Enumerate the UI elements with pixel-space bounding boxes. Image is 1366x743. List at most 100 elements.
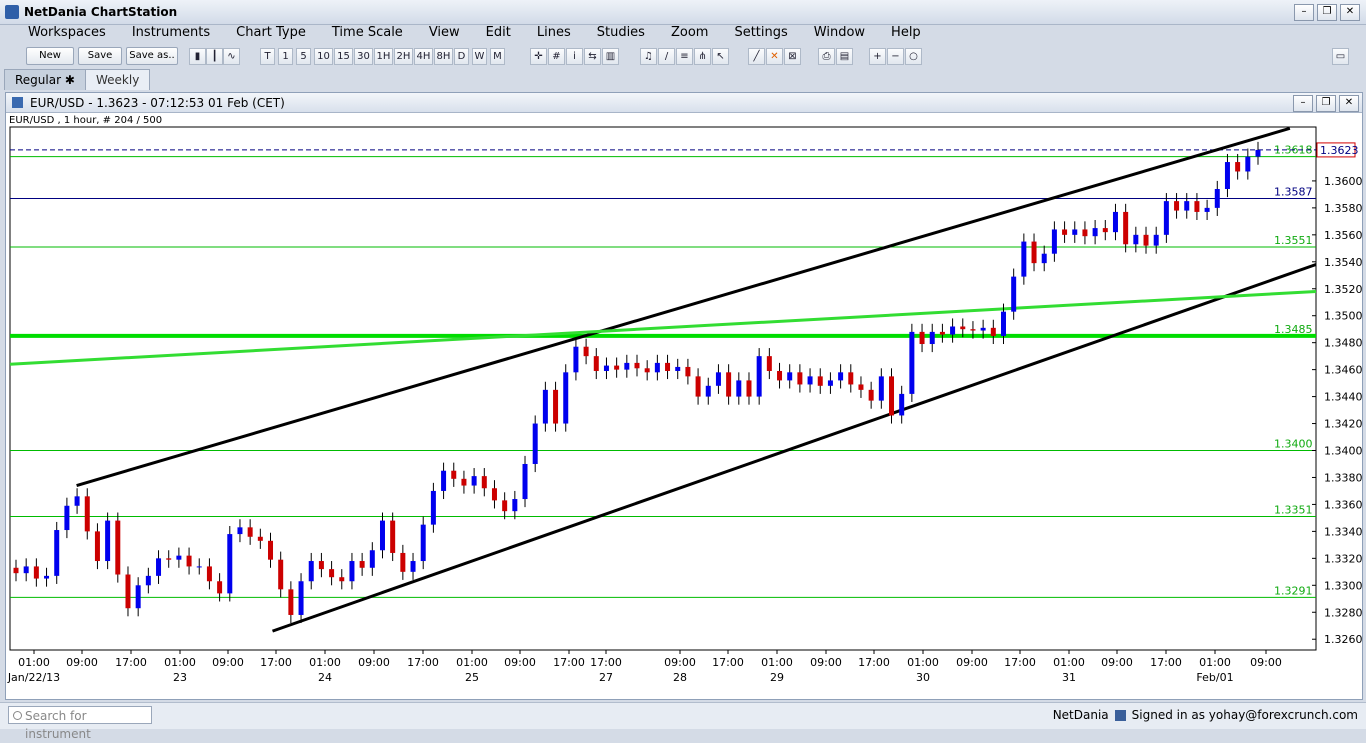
candle-body [573, 346, 579, 373]
candle-body [1255, 149, 1261, 157]
tab-regular[interactable]: Regular ✱ [4, 69, 86, 90]
candle-body [1123, 211, 1129, 245]
timeframe-15-button[interactable]: 15 [334, 48, 353, 65]
candle-body [1224, 162, 1230, 190]
timeframe-2h-button[interactable]: 2H [394, 48, 413, 65]
candle-body [889, 376, 895, 416]
search-input[interactable]: Search for instrument [8, 706, 152, 741]
menu-zoom[interactable]: Zoom [658, 24, 721, 44]
arrows-icon[interactable]: ⇆ [584, 48, 601, 65]
draw-line-icon[interactable]: ╱ [748, 48, 765, 65]
candle-body [288, 589, 294, 615]
x-tick-time: 17:00 [858, 656, 890, 669]
timeframe-t-button[interactable]: T [260, 48, 275, 65]
print-preview-icon[interactable]: ▤ [836, 48, 853, 65]
minimize-icon[interactable]: – [1294, 4, 1314, 21]
account-icon [1114, 709, 1126, 721]
x-tick-time: 01:00 [18, 656, 50, 669]
save-as-button[interactable]: Save as.. [126, 47, 178, 65]
candle-body [787, 372, 793, 381]
candle-body [186, 555, 192, 567]
candle-body [481, 476, 487, 489]
new-button[interactable]: New [26, 47, 74, 65]
candle-body [308, 561, 314, 582]
tab-weekly[interactable]: Weekly [85, 69, 151, 90]
chart-restore-icon[interactable]: ❐ [1316, 95, 1336, 112]
candle-body [379, 520, 385, 551]
timeframe-1-button[interactable]: 1 [278, 48, 293, 65]
candle-body [23, 566, 29, 574]
menu-studies[interactable]: Studies [584, 24, 658, 44]
candle-body [1041, 253, 1047, 264]
grid-icon[interactable]: # [548, 48, 565, 65]
zoom-reset-icon[interactable]: ○ [905, 48, 922, 65]
print-icon[interactable]: ⎙ [818, 48, 835, 65]
timeframe-30-button[interactable]: 30 [354, 48, 373, 65]
candle-body [491, 488, 497, 501]
menu-chart-type[interactable]: Chart Type [223, 24, 319, 44]
candle-body [156, 558, 162, 576]
candle-body [1184, 201, 1190, 211]
trendline-green-trend [9, 289, 1317, 366]
timeframe-10-button[interactable]: 10 [314, 48, 333, 65]
fibonacci-icon[interactable]: ≡ [676, 48, 693, 65]
x-tick-date: 29 [770, 671, 784, 684]
candle-body [970, 329, 976, 331]
zoom-out-icon[interactable]: − [887, 48, 904, 65]
line-chart-icon[interactable]: ∿ [223, 48, 240, 65]
restore-icon[interactable]: ❐ [1317, 4, 1337, 21]
menu-settings[interactable]: Settings [721, 24, 800, 44]
candle-body [247, 527, 253, 537]
chart-window-title: EUR/USD - 1.3623 - 07:12:53 01 Feb (CET) [30, 96, 285, 110]
volume-icon[interactable]: ▥ [602, 48, 619, 65]
panel-toggle-icon[interactable]: ▭ [1332, 48, 1349, 65]
cursor-icon[interactable]: ↖ [712, 48, 729, 65]
chart-minimize-icon[interactable]: – [1293, 95, 1313, 112]
pitchfork-icon[interactable]: ⋔ [694, 48, 711, 65]
menu-view[interactable]: View [416, 24, 473, 44]
delete-all-icon[interactable]: ⊠ [784, 48, 801, 65]
delete-cross-icon[interactable]: ✕ [766, 48, 783, 65]
candle-body [817, 376, 823, 386]
zoom-in-icon[interactable]: + [869, 48, 886, 65]
candle-body [268, 540, 274, 560]
y-tick-label: 1.3360 [1324, 498, 1362, 511]
candle-body [553, 389, 559, 424]
menu-instruments[interactable]: Instruments [119, 24, 223, 44]
x-tick-date: 31 [1062, 671, 1076, 684]
menu-edit[interactable]: Edit [473, 24, 524, 44]
timeframe-1h-button[interactable]: 1H [374, 48, 393, 65]
timeframe-4h-button[interactable]: 4H [414, 48, 433, 65]
candle-body [705, 385, 711, 397]
chart-close-icon[interactable]: ✕ [1339, 95, 1359, 112]
menu-help[interactable]: Help [878, 24, 934, 44]
y-tick-label: 1.3420 [1324, 418, 1362, 431]
candle-body [318, 561, 324, 570]
price-chart[interactable]: EUR/USD , 1 hour, # 204 / 500 1.36181.35… [6, 113, 1362, 699]
x-tick-date: 30 [916, 671, 930, 684]
menu-time-scale[interactable]: Time Scale [319, 24, 416, 44]
trendline-icon[interactable]: / [658, 48, 675, 65]
info-icon[interactable]: i [566, 48, 583, 65]
timeframe-d-button[interactable]: D [454, 48, 469, 65]
x-tick-date: Jan/22/13 [7, 671, 60, 684]
close-icon[interactable]: ✕ [1340, 4, 1360, 21]
timeframe-m-button[interactable]: M [490, 48, 505, 65]
bar-chart-icon[interactable]: ▮ [189, 48, 206, 65]
crosshair-icon[interactable]: ✛ [530, 48, 547, 65]
x-tick-date: 25 [465, 671, 479, 684]
bell-icon[interactable]: ♫ [640, 48, 657, 65]
menu-lines[interactable]: Lines [524, 24, 584, 44]
menu-workspaces[interactable]: Workspaces [15, 24, 119, 44]
menu-window[interactable]: Window [801, 24, 878, 44]
x-tick-time: 17:00 [1004, 656, 1036, 669]
save-button[interactable]: Save [78, 47, 122, 65]
candle-body [1245, 156, 1251, 172]
timeframe-w-button[interactable]: W [472, 48, 487, 65]
timeframe-5-button[interactable]: 5 [296, 48, 311, 65]
pin-icon[interactable]: ✱ [65, 73, 75, 87]
x-tick-time: 09:00 [1250, 656, 1282, 669]
candle-body [359, 561, 365, 568]
candles-chart-icon[interactable]: ┃ [206, 48, 223, 65]
timeframe-8h-button[interactable]: 8H [434, 48, 453, 65]
